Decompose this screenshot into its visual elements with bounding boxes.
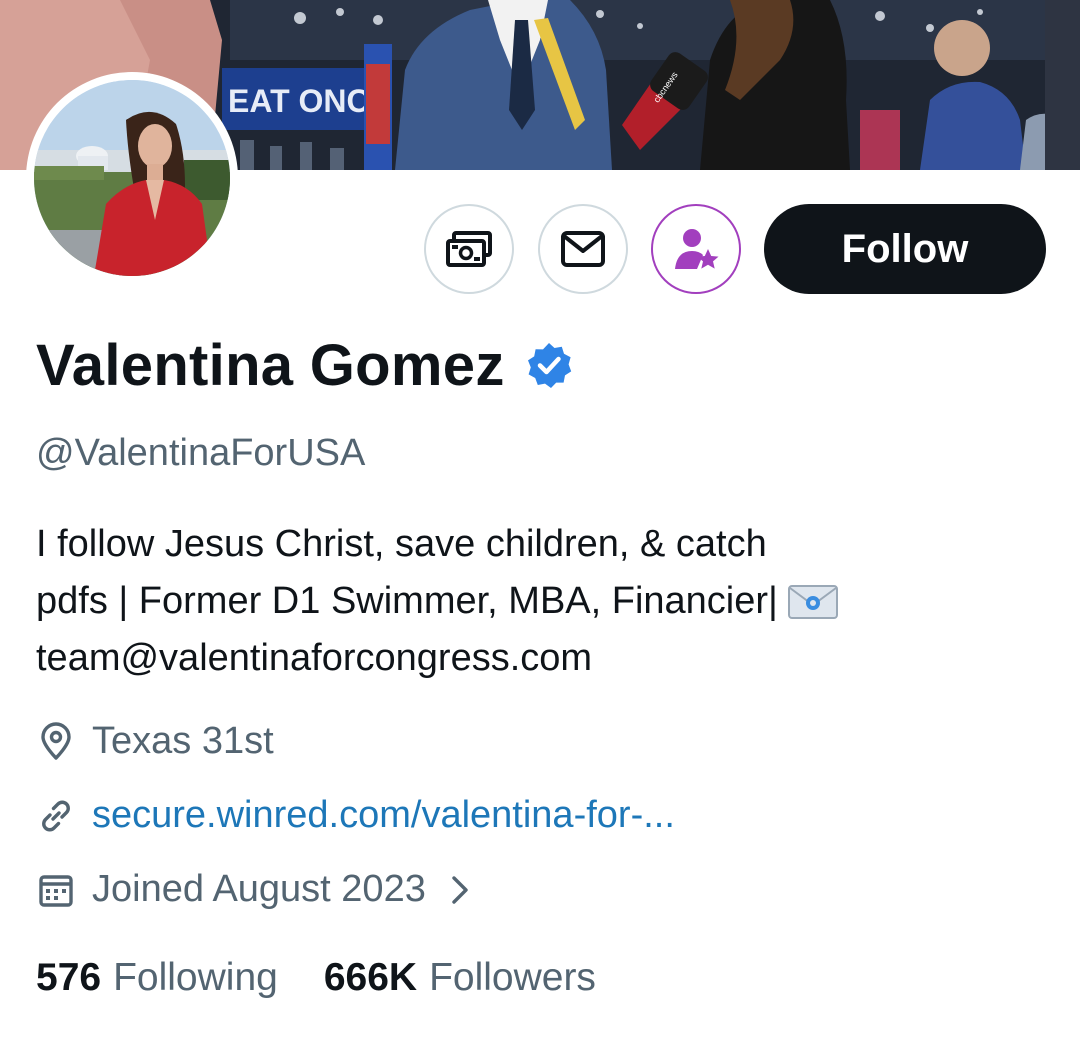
name-row: Valentina Gomez: [36, 330, 573, 400]
following-label: Following: [113, 956, 278, 999]
following-link[interactable]: 576 Following: [36, 956, 278, 1000]
calendar-icon: [39, 874, 73, 907]
avatar-image: [34, 80, 230, 276]
verified-badge-icon[interactable]: [525, 341, 573, 389]
money-icon: [446, 231, 492, 267]
profile-bio: I follow Jesus Christ, save children, & …: [36, 516, 1036, 687]
profile-handle: @ValentinaForUSA: [36, 432, 366, 474]
website-row[interactable]: secure.winred.com/valentina-for-...: [36, 794, 675, 837]
envelope-icon: [561, 231, 605, 267]
profile-page: EAT ONC cbcnews Follow Valentina Gomez @…: [0, 0, 1080, 1043]
chevron-right-icon[interactable]: [450, 875, 470, 905]
incoming-envelope-icon: [787, 585, 838, 619]
avatar-photo: [34, 80, 230, 276]
joined-text: Joined August 2023: [92, 868, 426, 910]
followers-link[interactable]: 666K Followers: [324, 956, 596, 1000]
bio-line-2-text: pdfs | Former D1 Swimmer, MBA, Financier…: [36, 580, 778, 622]
location-pin-icon: [41, 721, 71, 760]
joined-row[interactable]: Joined August 2023: [36, 868, 470, 911]
follow-button[interactable]: Follow: [764, 204, 1046, 294]
followers-count: 666K: [323, 956, 418, 999]
display-name: Valentina Gomez: [36, 332, 505, 398]
location-row: Texas 31st: [36, 720, 274, 763]
subscribe-button[interactable]: [651, 204, 741, 294]
user-star-icon: [675, 229, 719, 269]
bio-line-2: pdfs | Former D1 Swimmer, MBA, Financier…: [36, 573, 1036, 630]
profile-avatar[interactable]: [26, 72, 238, 284]
bio-line-3: team@valentinaforcongress.com: [36, 637, 593, 679]
follow-counts: 576 Following 666K Followers: [36, 956, 596, 1000]
message-button[interactable]: [538, 204, 628, 294]
link-icon: [42, 800, 70, 831]
website-link[interactable]: secure.winred.com/valentina-for-...: [92, 794, 675, 837]
tip-button[interactable]: [424, 204, 514, 294]
banner-sign-text: EAT ONC: [228, 83, 370, 119]
bio-line-1: I follow Jesus Christ, save children, & …: [36, 523, 767, 565]
location-text: Texas 31st: [92, 720, 274, 762]
following-count: 576: [36, 956, 102, 999]
followers-label: Followers: [429, 956, 596, 999]
